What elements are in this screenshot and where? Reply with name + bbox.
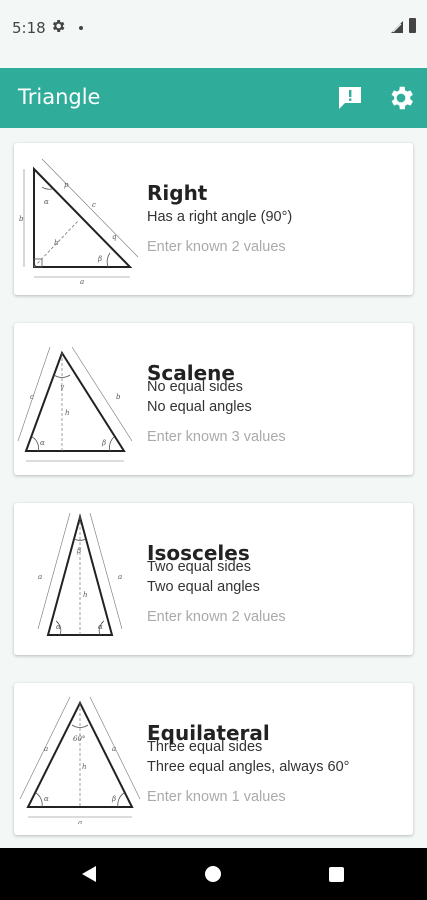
diagram-label: a — [118, 573, 122, 581]
diagram-label: h — [82, 763, 87, 771]
settings-notification-icon — [50, 18, 66, 38]
diagram-label: α — [44, 198, 49, 206]
diagram-label: a — [80, 278, 84, 284]
diagram-label: p — [64, 181, 69, 189]
diagram-label: β — [97, 255, 102, 263]
diagram-label: 60° — [73, 735, 85, 743]
diagram-label: β — [101, 439, 106, 447]
card-description: No equal angles — [147, 399, 252, 415]
navigation-bar — [0, 848, 427, 900]
diagram-label: α — [40, 439, 45, 447]
diagram-label: α — [44, 795, 49, 803]
home-button[interactable] — [205, 866, 221, 882]
diagram-label: b — [116, 393, 121, 401]
app-bar: Triangle — [0, 68, 427, 128]
diagram-label: a — [112, 745, 116, 753]
diagram-label: q — [112, 233, 117, 241]
equilateral-triangle-diagram-icon: a a a h 60° α β — [19, 696, 141, 824]
card-hint: Enter known 1 values — [147, 789, 286, 805]
diagram-label: γ — [60, 383, 65, 391]
diagram-label: a — [72, 463, 76, 464]
diagram-label: c — [92, 201, 96, 209]
card-title: Right — [147, 181, 208, 205]
card-description: Three equal sides — [147, 739, 263, 755]
feedback-icon — [339, 87, 361, 109]
status-time: 5:18 — [12, 19, 46, 37]
diagram-label: β — [76, 547, 81, 555]
diagram-label: a — [78, 819, 82, 824]
card-scalene-triangle[interactable]: a b c h α β γ Scalene No equal sides No … — [14, 323, 413, 475]
battery-icon — [409, 18, 416, 33]
card-equilateral-triangle[interactable]: a a a h 60° α β Equilateral Three equal … — [14, 683, 413, 835]
card-description: Two equal angles — [147, 579, 260, 595]
feedback-button[interactable] — [335, 83, 365, 113]
scalene-triangle-diagram-icon: a b c h α β γ — [17, 346, 133, 464]
diagram-label: a — [38, 573, 42, 581]
diagram-label: h — [83, 591, 88, 599]
right-triangle-diagram-icon: b a c h α β p q — [19, 158, 139, 284]
card-hint: Enter known 3 values — [147, 429, 286, 445]
diagram-label: α — [56, 623, 61, 631]
back-button[interactable] — [80, 864, 98, 888]
diagram-label: h — [65, 409, 70, 417]
card-right-triangle[interactable]: b a c h α β p q Right Has a right angle … — [14, 143, 413, 295]
card-hint: Enter known 2 values — [147, 609, 286, 625]
card-description: Has a right angle (90°) — [147, 209, 293, 225]
diagram-label: c — [30, 393, 34, 401]
diagram-label: a — [44, 745, 48, 753]
gear-icon — [391, 86, 413, 110]
diagram-label: h — [54, 239, 59, 247]
signal-icon — [390, 19, 404, 38]
settings-button[interactable] — [386, 83, 416, 113]
diagram-label: β — [111, 795, 116, 803]
diagram-label: b — [19, 215, 24, 223]
recents-button[interactable] — [329, 867, 344, 882]
diagram-label: α — [98, 623, 103, 631]
card-description: Two equal sides — [147, 559, 251, 575]
isosceles-triangle-diagram-icon: b a a h α α β — [37, 512, 123, 636]
notification-dot-icon — [79, 26, 83, 30]
card-description: Three equal angles, always 60° — [147, 759, 350, 775]
card-hint: Enter known 2 values — [147, 239, 286, 255]
card-isosceles-triangle[interactable]: b a a h α α β Isosceles Two equal sides … — [14, 503, 413, 655]
app-title: Triangle — [18, 85, 101, 109]
card-description: No equal sides — [147, 379, 243, 395]
status-bar: 5:18 — [0, 0, 427, 68]
back-triangle-icon — [82, 866, 96, 882]
